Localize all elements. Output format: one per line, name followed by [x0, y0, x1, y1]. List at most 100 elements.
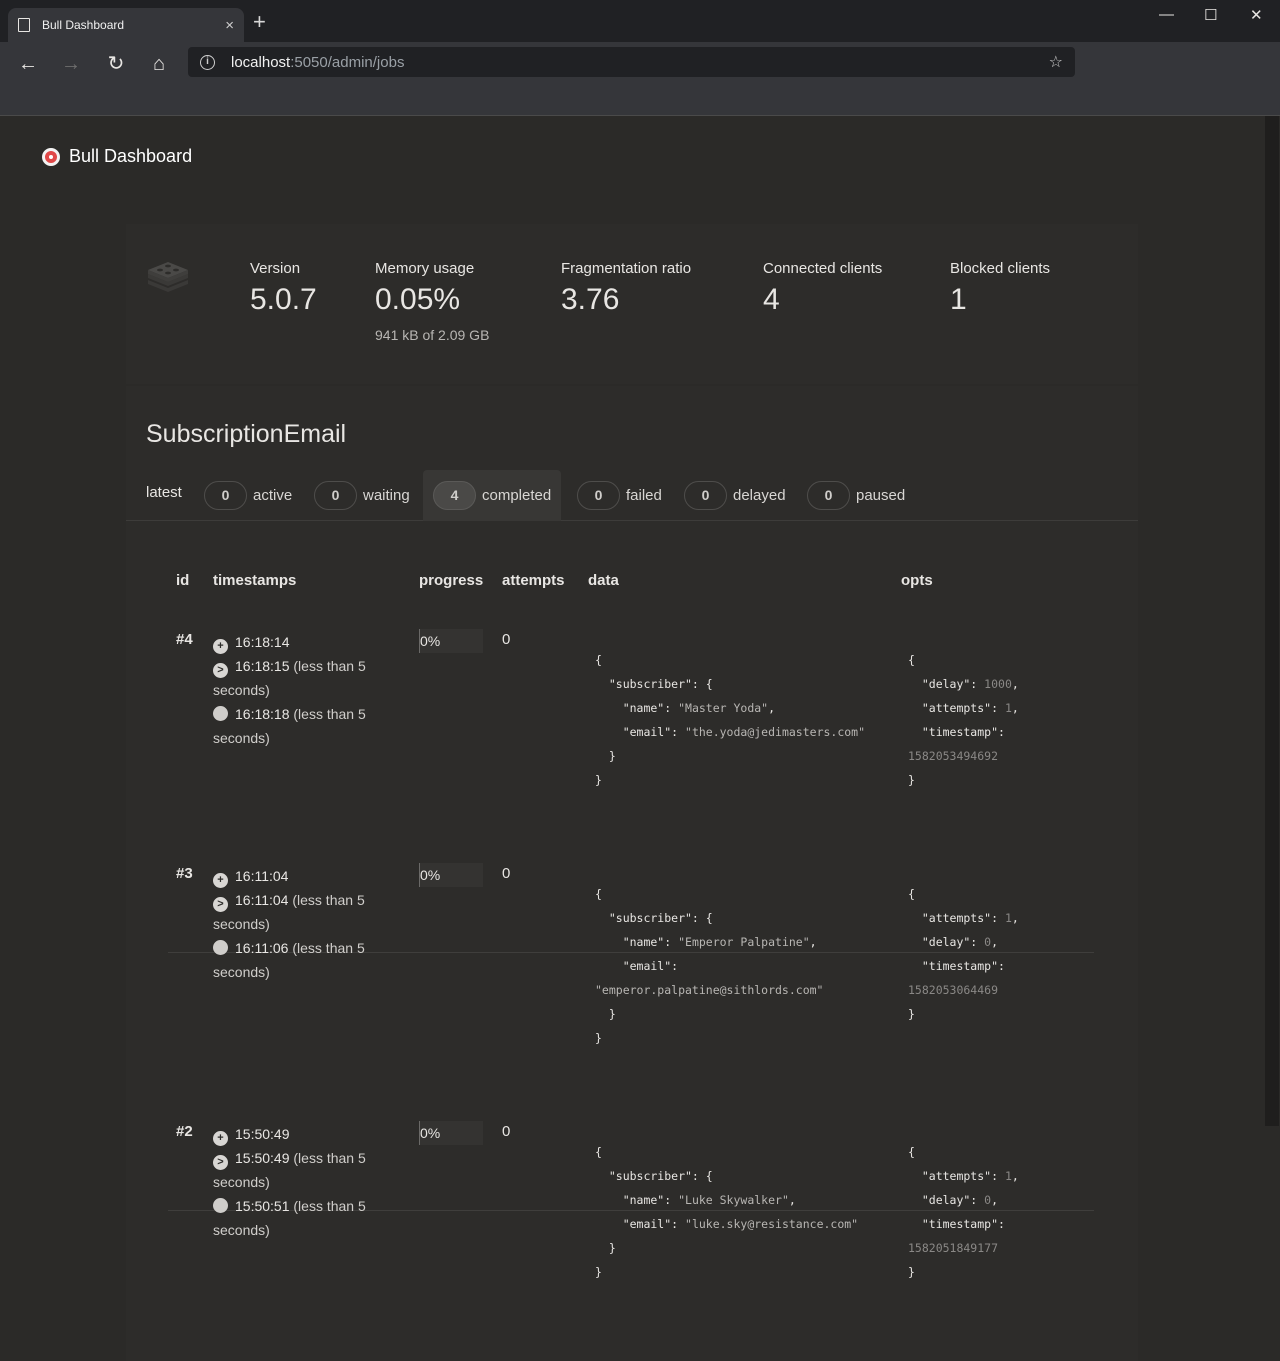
maximize-button[interactable]: ☐ — [1204, 6, 1217, 24]
added-time: 15:50:49 — [235, 1126, 290, 1142]
column-header-progress: progress — [419, 572, 484, 589]
app-title: Bull Dashboard — [69, 146, 193, 166]
job-progress-bar: 0% — [419, 1121, 483, 1145]
redis-stats-panel: Version 5.0.7 Memory usage 0.05% 941 kB … — [126, 224, 1138, 384]
added-icon: + — [213, 1131, 228, 1146]
filter-completed[interactable]: 4 completed — [423, 470, 562, 521]
filter-label: failed — [626, 487, 662, 504]
filter-delayed[interactable]: 0 delayed — [674, 470, 796, 521]
job-data: { "subscriber": { "name": "Luke Skywalke… — [595, 1145, 859, 1279]
url-host: localhost — [231, 53, 291, 71]
added-icon: + — [213, 873, 228, 888]
job-timestamps: +16:18:14 >16:18:15 (less than 5 seconds… — [213, 630, 373, 750]
job-attempts: 0 — [502, 1123, 511, 1140]
finished-time: 15:50:51 — [235, 1198, 290, 1214]
app-header: Bull Dashboard — [42, 146, 192, 167]
stat-connected-clients: Connected clients 4 — [763, 260, 882, 317]
page-icon — [18, 18, 30, 32]
browser-tab[interactable]: Bull Dashboard × — [8, 8, 244, 42]
column-header-timestamps: timestamps — [213, 572, 297, 589]
processed-time: 15:50:49 — [235, 1150, 290, 1166]
job-data: { "subscriber": { "name": "Master Yoda",… — [595, 653, 866, 787]
processed-time: 16:18:15 — [235, 658, 290, 674]
filter-label: delayed — [733, 487, 786, 504]
browser-tabbar: Bull Dashboard × + — ☐ ✕ — [0, 0, 1280, 42]
filter-label: paused — [856, 487, 906, 504]
stat-blocked-clients: Blocked clients 1 — [950, 260, 1050, 317]
stat-value: 4 — [763, 283, 780, 316]
job-attempts: 0 — [502, 631, 511, 648]
finished-time: 16:11:06 — [235, 940, 289, 956]
reload-button[interactable]: ↻ — [104, 52, 128, 76]
filter-waiting[interactable]: 0 waiting — [304, 470, 420, 521]
job-attempts: 0 — [502, 865, 511, 882]
back-button[interactable]: ← — [16, 52, 40, 76]
stat-memory: Memory usage 0.05% 941 kB of 2.09 GB — [375, 260, 489, 343]
job-id: #2 — [176, 1123, 193, 1140]
stat-value: 3.76 — [561, 283, 620, 316]
processed-icon: > — [213, 663, 228, 678]
bookmark-star-icon[interactable]: ☆ — [1049, 52, 1063, 72]
forward-button[interactable]: → — [59, 52, 83, 76]
minimize-button[interactable]: — — [1159, 6, 1174, 23]
stat-label: Blocked clients — [950, 260, 1051, 277]
page-scrollbar[interactable] — [1264, 116, 1280, 1361]
column-header-id: id — [176, 572, 190, 589]
filter-latest[interactable]: latest — [146, 484, 182, 501]
column-header-data: data — [588, 572, 619, 589]
added-icon: + — [213, 639, 228, 654]
job-progress-bar: 0% — [419, 863, 483, 887]
filter-failed[interactable]: 0 failed — [567, 470, 672, 521]
job-id: #4 — [176, 631, 193, 648]
job-id: #3 — [176, 865, 193, 882]
filter-count: 0 — [204, 481, 247, 510]
processed-icon: > — [213, 897, 228, 912]
job-timestamps: +16:11:04 >16:11:04 (less than 5 seconds… — [213, 864, 373, 984]
scrollbar-thumb[interactable] — [1265, 116, 1279, 1126]
finished-icon — [213, 1198, 228, 1213]
processed-time: 16:11:04 — [235, 892, 289, 908]
filter-count: 4 — [433, 481, 476, 510]
stat-label: Connected clients — [763, 260, 883, 277]
home-button[interactable]: ⌂ — [147, 52, 171, 76]
window-close-button[interactable]: ✕ — [1250, 6, 1263, 24]
column-header-attempts: attempts — [502, 572, 565, 589]
job-opts: { "attempts": 1, "delay": 0, "timestamp"… — [908, 887, 1019, 1021]
address-bar[interactable]: i localhost :5050/admin/jobs ☆ — [188, 47, 1075, 77]
filter-count: 0 — [684, 481, 727, 510]
filter-count: 0 — [577, 481, 620, 510]
stat-detail: 941 kB of 2.09 GB — [375, 327, 490, 343]
job-opts: { "attempts": 1, "delay": 0, "timestamp"… — [908, 1145, 1019, 1279]
tab-title: Bull Dashboard — [42, 18, 125, 32]
column-header-opts: opts — [901, 572, 933, 589]
stat-label: Fragmentation ratio — [561, 260, 692, 277]
finished-time: 16:18:18 — [235, 706, 290, 722]
filter-label: waiting — [363, 487, 410, 504]
stat-version: Version 5.0.7 — [250, 260, 317, 317]
queue-name: SubscriptionEmail — [146, 420, 347, 448]
stat-fragmentation: Fragmentation ratio 3.76 — [561, 260, 691, 317]
page-content: Bull Dashboard Version 5.0.7 Memory usag… — [0, 116, 1264, 1361]
filter-count: 0 — [807, 481, 850, 510]
new-tab-button[interactable]: + — [253, 11, 266, 33]
filter-active[interactable]: 0 active — [194, 470, 302, 521]
stat-value: 5.0.7 — [250, 283, 317, 316]
finished-icon — [213, 706, 228, 721]
stat-label: Version — [250, 260, 301, 277]
browser-toolbar: ← → ↻ ⌂ i localhost :5050/admin/jobs ☆ — [0, 42, 1280, 116]
target-icon — [42, 147, 60, 166]
filter-paused[interactable]: 0 paused — [797, 470, 915, 521]
filter-count: 0 — [314, 481, 357, 510]
job-opts: { "delay": 1000, "attempts": 1, "timesta… — [908, 653, 1019, 787]
url-path: :5050/admin/jobs — [290, 53, 405, 71]
added-time: 16:18:14 — [235, 634, 290, 650]
info-icon[interactable]: i — [200, 54, 215, 70]
tab-close-icon[interactable]: × — [225, 17, 234, 34]
job-progress-bar: 0% — [419, 629, 483, 653]
filter-label: active — [253, 487, 293, 504]
stat-value: 1 — [950, 283, 967, 316]
finished-icon — [213, 940, 228, 955]
job-data: { "subscriber": { "name": "Emperor Palpa… — [595, 887, 824, 1045]
stat-label: Memory usage — [375, 260, 475, 277]
filter-label: completed — [482, 487, 552, 504]
